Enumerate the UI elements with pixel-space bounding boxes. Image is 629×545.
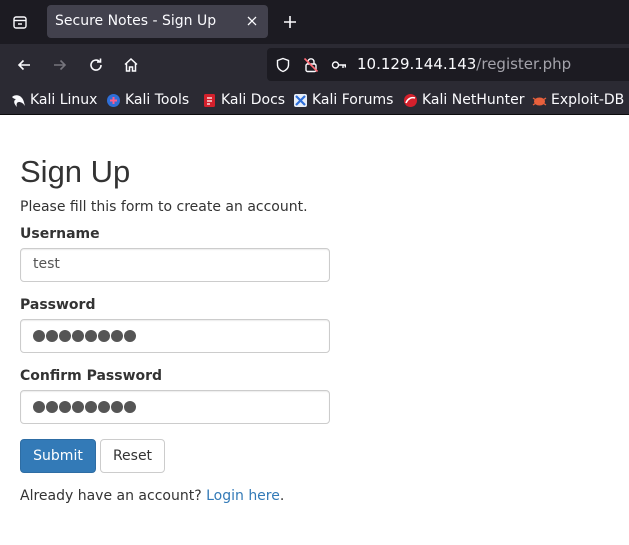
reset-button[interactable]: Reset — [100, 439, 165, 473]
mask-dot — [59, 401, 71, 413]
url-host: 10.129.144.143 — [357, 55, 477, 73]
username-input[interactable]: test — [20, 248, 330, 282]
page-content: Sign Up Please fill this form to create … — [0, 116, 629, 545]
password-mask — [33, 330, 136, 342]
list-all-tabs-button[interactable] — [9, 11, 31, 33]
mask-dot — [124, 330, 136, 342]
bookmark-kali-tools[interactable]: Kali Tools — [106, 91, 189, 109]
bookmark-kali-nethunter[interactable]: Kali NetHunter — [403, 91, 524, 109]
bookmark-exploit-db[interactable]: Exploit-DB — [532, 91, 624, 109]
tab-close-button[interactable] — [244, 13, 260, 29]
mask-dot — [111, 330, 123, 342]
new-tab-button[interactable] — [279, 11, 301, 33]
reload-icon — [90, 58, 102, 71]
back-button[interactable] — [11, 52, 37, 78]
forward-button[interactable] — [47, 52, 73, 78]
url-text[interactable]: 10.129.144.143/register.php — [357, 55, 571, 73]
kali-dragon-icon — [11, 93, 26, 108]
mask-dot — [98, 330, 110, 342]
browser-tab[interactable]: Secure Notes - Sign Up — [47, 5, 268, 38]
insecure-lock-icon — [303, 57, 319, 73]
username-value: test — [33, 256, 60, 272]
intro-text: Please fill this form to create an accou… — [20, 199, 308, 215]
login-prompt-line: Already have an account? Login here. — [20, 488, 284, 504]
bookmark-kali-docs[interactable]: Kali Docs — [202, 91, 285, 109]
reload-button[interactable] — [83, 52, 109, 78]
plus-icon — [284, 16, 296, 28]
site-security-button[interactable] — [302, 56, 320, 74]
mask-dot — [46, 401, 58, 413]
mask-dot — [33, 401, 45, 413]
nethunter-icon — [403, 93, 418, 108]
page-title: Sign Up — [20, 154, 131, 189]
login-suffix: . — [279, 488, 285, 504]
mask-dot — [111, 401, 123, 413]
bookmark-label: Kali Forums — [312, 92, 394, 108]
tab-bar: Secure Notes - Sign Up — [0, 0, 629, 44]
url-path: /register.php — [476, 55, 572, 73]
confirm-password-mask — [33, 401, 136, 413]
bookmark-label: Kali Tools — [125, 92, 190, 108]
mask-dot — [85, 401, 97, 413]
bookmark-label: Kali NetHunter — [422, 92, 525, 108]
bookmark-kali-linux[interactable]: Kali Linux — [11, 91, 97, 109]
password-manager-button[interactable] — [330, 56, 348, 74]
password-label: Password — [20, 297, 96, 313]
mask-dot — [33, 330, 45, 342]
mask-dot — [72, 401, 84, 413]
tab-title: Secure Notes - Sign Up — [55, 13, 217, 29]
bookmarks-toolbar: Kali Linux Kali Tools Kali Docs Kali For… — [0, 85, 629, 115]
bookmark-label: Kali Docs — [221, 92, 286, 108]
exploit-db-spider-icon — [532, 93, 547, 108]
kali-tools-icon — [106, 93, 121, 108]
confirm-password-label: Confirm Password — [20, 368, 163, 384]
shield-icon — [276, 57, 290, 73]
bookmark-kali-forums[interactable]: Kali Forums — [293, 91, 393, 109]
arrow-right-icon — [54, 59, 67, 71]
tracking-protection-button[interactable] — [274, 56, 292, 74]
arrow-left-icon — [17, 59, 30, 71]
confirm-password-input[interactable] — [20, 390, 330, 424]
kali-forums-icon — [293, 93, 308, 108]
bookmark-label: Kali Linux — [30, 92, 98, 108]
submit-button[interactable]: Submit — [20, 439, 96, 473]
navigation-toolbar: 10.129.144.143/register.php — [0, 44, 629, 85]
home-button[interactable] — [118, 52, 144, 78]
mask-dot — [59, 330, 71, 342]
key-icon — [331, 61, 346, 69]
mask-dot — [85, 330, 97, 342]
mask-dot — [98, 401, 110, 413]
home-icon — [124, 57, 138, 72]
mask-dot — [124, 401, 136, 413]
kali-docs-icon — [202, 93, 217, 108]
tab-list-icon — [13, 16, 27, 29]
login-prompt: Already have an account? — [20, 488, 202, 504]
mask-dot — [72, 330, 84, 342]
username-label: Username — [20, 226, 100, 242]
url-bar[interactable]: 10.129.144.143/register.php — [267, 48, 629, 81]
login-link[interactable]: Login here — [206, 488, 280, 504]
password-input[interactable] — [20, 319, 330, 353]
close-icon — [247, 16, 257, 26]
bookmark-label: Exploit-DB — [551, 92, 625, 108]
mask-dot — [46, 330, 58, 342]
